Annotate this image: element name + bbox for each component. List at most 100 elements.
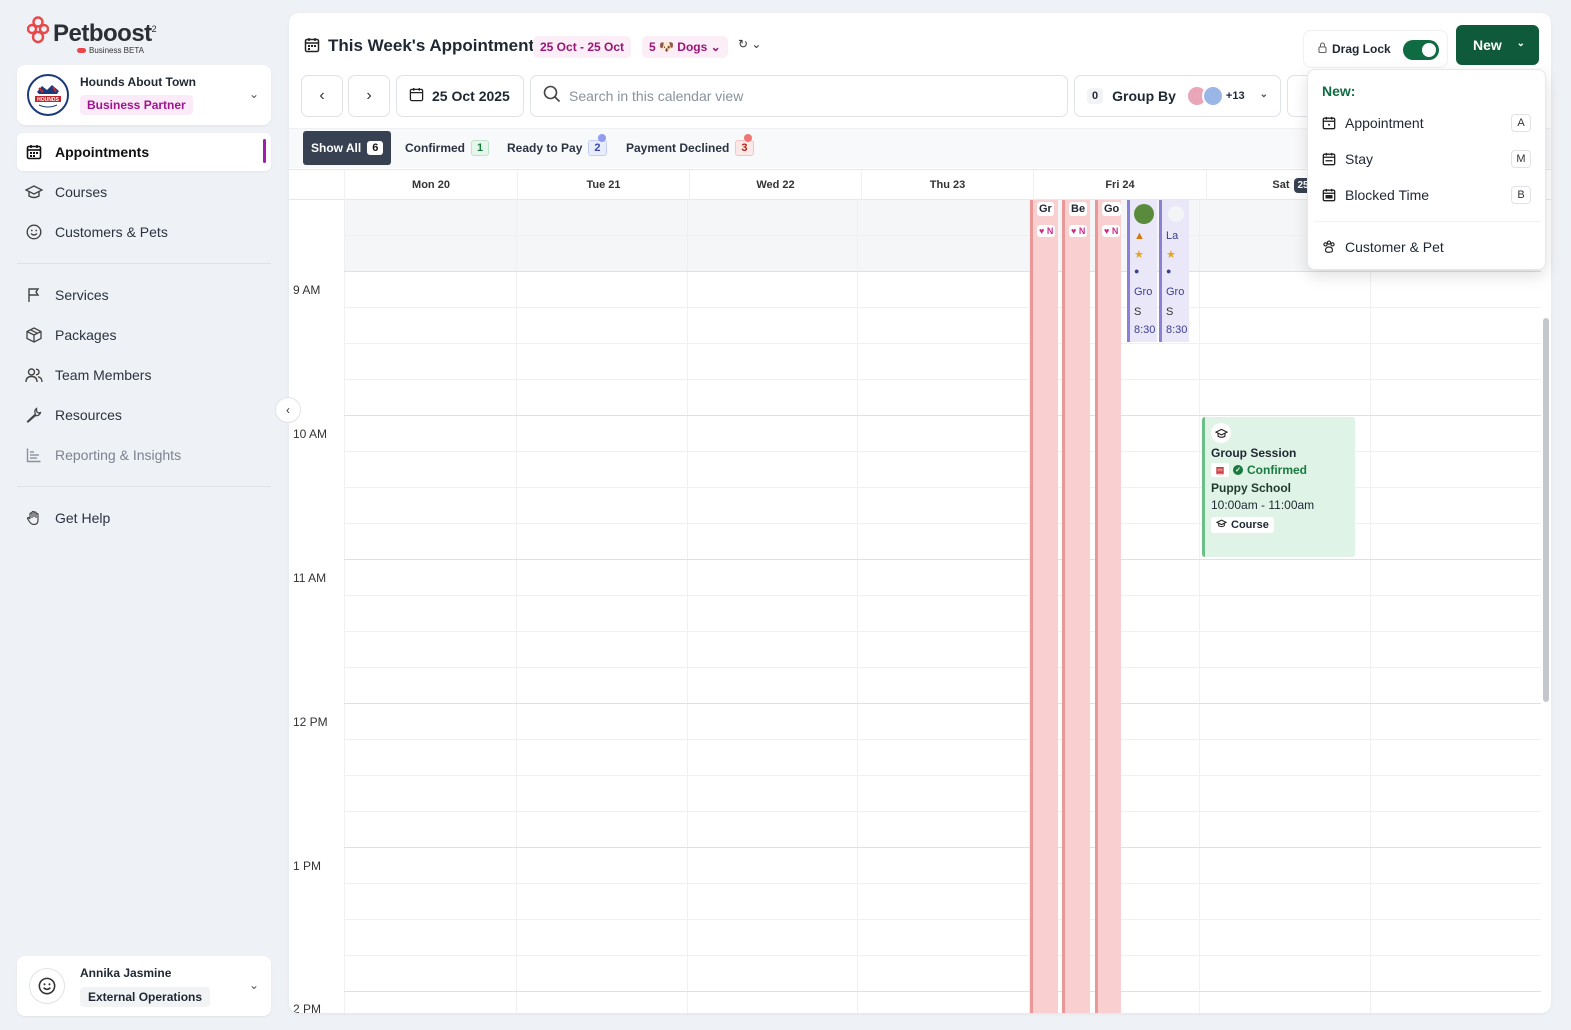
grid-line xyxy=(1370,200,1371,1013)
vertical-scrollbar[interactable] xyxy=(1541,200,1551,1013)
appointment-ready-to-pay[interactable]: La ★ ● Gro S 8:30 xyxy=(1159,200,1189,342)
wrench-icon xyxy=(25,406,43,424)
sidebar-item-appointments[interactable]: Appointments xyxy=(17,133,271,171)
business-switcher[interactable]: HOUNDS Hounds About Town Business Partne… xyxy=(17,65,271,125)
users-icon xyxy=(25,366,43,384)
course-appointment-card[interactable]: Group Session ▤ ✓ Confirmed Puppy School… xyxy=(1202,417,1355,557)
date-range-chip[interactable]: 25 Oct - 25 Oct xyxy=(533,36,632,58)
new-appointment-item[interactable]: Appointment A xyxy=(1314,106,1541,140)
filter-confirmed[interactable]: Confirmed 1 xyxy=(397,131,497,165)
chevron-down-icon: ⌄ xyxy=(248,87,259,101)
smiley-icon xyxy=(25,223,43,241)
shortcut-key: A xyxy=(1511,114,1531,132)
filter-count: 2 xyxy=(588,140,607,156)
business-logo: HOUNDS xyxy=(27,74,69,116)
grid-line xyxy=(344,307,1541,308)
notification-dot xyxy=(744,134,752,142)
grid-line xyxy=(516,200,517,1013)
day-header-tue[interactable]: Tue 21 xyxy=(517,170,689,200)
appointment-declined[interactable]: Be ♥ N xyxy=(1062,200,1090,1013)
grid-line xyxy=(344,379,1541,380)
user-role: External Operations xyxy=(80,987,211,1007)
course-tag-label: Course xyxy=(1231,519,1269,531)
hand-icon xyxy=(25,509,43,527)
grid-line xyxy=(344,415,1541,416)
drag-lock-toggle[interactable]: Drag Lock xyxy=(1303,30,1448,68)
grid-line xyxy=(344,847,1541,848)
calendar-icon xyxy=(1322,188,1336,202)
previous-week-button[interactable]: ‹ xyxy=(301,75,343,117)
new-customer-pet-item[interactable]: Customer & Pet xyxy=(1314,230,1541,264)
appointment-tag: Go xyxy=(1102,202,1122,216)
brand-superscript: 2 xyxy=(151,24,157,34)
check-icon: ✓ xyxy=(1233,465,1243,475)
status-label: Confirmed xyxy=(1247,463,1307,477)
sidebar-item-label: Reporting & Insights xyxy=(55,447,182,463)
sidebar-item-team-members[interactable]: Team Members xyxy=(17,356,271,394)
scrollbar-thumb[interactable] xyxy=(1543,318,1549,702)
appointment-title: La xyxy=(1166,230,1179,242)
sidebar-item-services[interactable]: Services xyxy=(17,276,271,314)
day-header-wed[interactable]: Wed 22 xyxy=(689,170,861,200)
refresh-button[interactable]: ↻ ⌄ xyxy=(738,37,761,51)
brand-name: Petboost xyxy=(53,20,152,47)
sidebar-item-get-help[interactable]: Get Help xyxy=(17,499,271,537)
filter-payment-declined[interactable]: Payment Declined 3 xyxy=(618,131,762,165)
chevron-right-icon: › xyxy=(366,87,372,104)
calendar-icon xyxy=(1322,116,1336,130)
filter-show-all[interactable]: Show All 6 xyxy=(303,131,392,165)
date-label: 25 Oct 2025 xyxy=(432,88,510,104)
collapse-sidebar-button[interactable]: ‹ xyxy=(275,397,301,423)
filter-count: 1 xyxy=(471,140,490,156)
group-by-button[interactable]: 0 Group By +13 ⌄ xyxy=(1074,75,1281,117)
grid-line xyxy=(344,595,1541,596)
search-input[interactable] xyxy=(569,88,1029,104)
dollar-icon: ● xyxy=(1166,266,1172,276)
user-name: Annika Jasmine xyxy=(80,966,172,980)
sidebar-item-label: Packages xyxy=(55,327,117,343)
new-blocked-time-item[interactable]: Blocked Time B xyxy=(1314,178,1541,212)
calendar-grid[interactable]: 9 AM 10 AM 11 AM 12 PM 1 PM 2 PM Gr ♥ N … xyxy=(289,200,1541,1013)
business-badge: Business Partner xyxy=(80,95,193,115)
sidebar-item-customers-pets[interactable]: Customers & Pets xyxy=(17,213,271,251)
next-week-button[interactable]: › xyxy=(348,75,390,117)
appointment-declined[interactable]: Go ♥ N xyxy=(1095,200,1122,1013)
heart-icon: ♥ N xyxy=(1037,225,1056,237)
paw-icon xyxy=(1322,240,1336,254)
search-box[interactable] xyxy=(530,75,1068,117)
grid-line xyxy=(1199,200,1200,1013)
grid-line xyxy=(344,667,1541,668)
user-menu[interactable]: Annika Jasmine External Operations ⌄ xyxy=(17,956,271,1016)
sidebar-item-label: Appointments xyxy=(55,144,150,160)
notification-dot xyxy=(598,134,606,142)
grid-line xyxy=(344,955,1541,956)
sidebar-item-label: Services xyxy=(55,287,109,303)
new-button[interactable]: New ⌄ xyxy=(1456,25,1539,65)
grid-line xyxy=(344,919,1541,920)
petboost-logo[interactable]: Petboost2 Business BETA xyxy=(26,16,157,55)
day-header-fri[interactable]: Fri 24 xyxy=(1033,170,1206,200)
day-label: Sat xyxy=(1272,179,1290,191)
toggle-switch[interactable] xyxy=(1403,40,1439,60)
sidebar-item-reporting[interactable]: Reporting & Insights xyxy=(17,436,271,474)
grid-line xyxy=(344,703,1541,704)
chevron-down-icon: ⌄ xyxy=(1259,89,1268,100)
grid-line xyxy=(344,343,1541,344)
chevron-down-icon: ⌄ xyxy=(751,37,762,51)
new-stay-item[interactable]: Stay M xyxy=(1314,142,1541,176)
dogs-filter-chip[interactable]: 5 🐶 Dogs ⌄ xyxy=(642,36,728,58)
filter-label: Show All xyxy=(311,141,362,155)
day-header-thu[interactable]: Thu 23 xyxy=(861,170,1033,200)
new-menu-dropdown: New: Appointment A Stay M Blocked Time B… xyxy=(1307,69,1546,270)
menu-item-label: Appointment xyxy=(1345,115,1424,131)
calendar-icon xyxy=(409,87,424,105)
day-header-mon[interactable]: Mon 20 xyxy=(344,170,517,200)
sidebar-item-courses[interactable]: Courses xyxy=(17,173,271,211)
sidebar-item-label: Resources xyxy=(55,407,122,423)
sidebar-item-resources[interactable]: Resources xyxy=(17,396,271,434)
grid-line xyxy=(344,811,1541,812)
appointment-declined[interactable]: Gr ♥ N xyxy=(1030,200,1058,1013)
date-picker-button[interactable]: 25 Oct 2025 xyxy=(396,75,524,117)
appointment-ready-to-pay[interactable]: ▲ ★ ● Gro S 8:30 xyxy=(1127,200,1157,342)
sidebar-item-packages[interactable]: Packages xyxy=(17,316,271,354)
